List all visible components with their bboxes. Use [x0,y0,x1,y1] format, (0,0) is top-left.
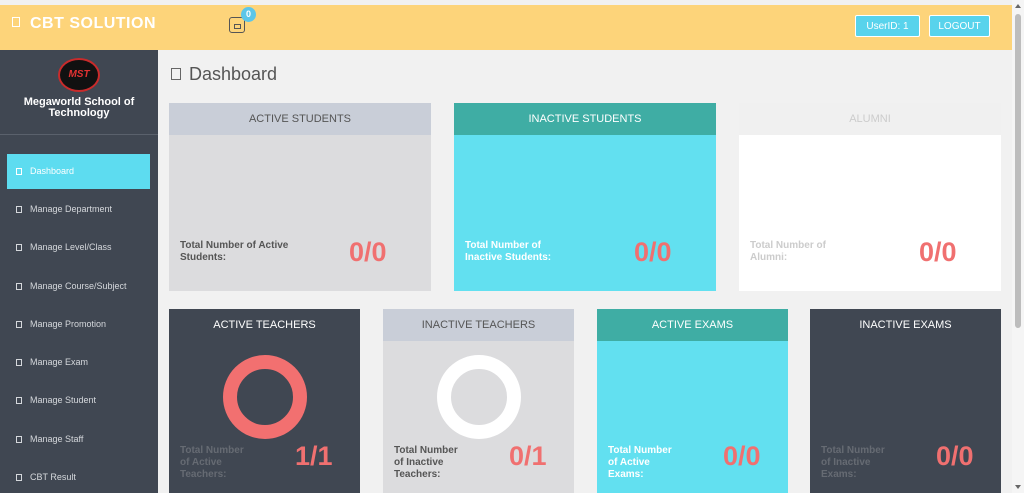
card-title: ACTIVE TEACHERS [213,319,316,331]
course-icon [16,283,22,290]
sidebar-item-manage-level-class[interactable]: Manage Level/Class [7,230,150,265]
card-title: ACTIVE STUDENTS [169,103,431,135]
sidebar-item-label: CBT Result [30,472,76,482]
card-value: 0/0 [634,237,672,267]
card-label-line: Alumni: [750,252,788,263]
sidebar-item-manage-exam[interactable]: Manage Exam [7,345,150,380]
inactive-students-card[interactable]: INACTIVE STUDENTS Total Number of Inacti… [454,103,716,291]
scroll-down-arrow-icon[interactable] [1015,485,1021,489]
level-icon [16,244,22,251]
sidebar-item-label: Manage Promotion [30,319,107,329]
inactive-teachers-card[interactable]: INACTIVE TEACHERS Total Number of Inacti… [383,309,574,493]
card-label: Total Number of Inactive Teachers: [394,445,458,481]
card-title: INACTIVE STUDENTS [454,103,716,135]
brand-title: CBT SOLUTION [30,15,156,32]
active-students-card[interactable]: ACTIVE STUDENTS Total Number of Active S… [169,103,431,291]
exam-icon [16,359,22,366]
card-value: 0/0 [723,441,761,471]
sidebar-item-label: Manage Course/Subject [30,281,127,291]
card-value: 0/0 [349,237,387,267]
user-id-button[interactable]: UserID: 1 [855,15,920,37]
inactive-teachers-donut-chart [437,355,521,439]
active-teachers-card[interactable]: ACTIVE TEACHERS Total Number of Active T… [169,309,360,493]
card-label-line: Exams: [821,469,857,480]
card-label-line: Teachers: [180,469,227,480]
sidebar-item-manage-staff[interactable]: Manage Staff [7,422,150,457]
alumni-card[interactable]: ALUMNI Total Number of Alumni: 0/0 [739,103,1001,291]
card-value: 0/1 [509,441,547,471]
sidebar: MST Megaworld School of Technology Dashb… [0,50,158,493]
sidebar-item-manage-promotion[interactable]: Manage Promotion [7,307,150,342]
sidebar-item-label: Manage Staff [30,434,84,444]
scroll-thumb[interactable] [1015,14,1021,328]
card-label: Total Number of Alumni: [750,240,826,264]
card-label-line: of Active [608,457,650,468]
school-name-line-2: Technology [48,107,110,119]
card-value: 0/0 [936,441,974,471]
department-icon [16,206,22,213]
sidebar-item-label: Manage Student [30,395,97,405]
card-label-line: Total Number of Active [180,240,289,251]
card-label-line: Total Number of [750,240,826,251]
sidebar-item-manage-student[interactable]: Manage Student [7,383,150,418]
staff-icon [16,436,22,443]
dashboard-title-icon [171,68,181,80]
sidebar-item-cbt-result[interactable]: CBT Result [7,460,150,493]
card-label-line: Total Number [394,445,458,456]
sidebar-item-label: Dashboard [30,166,75,176]
card-label-line: Teachers: [394,469,441,480]
student-icon [16,397,22,404]
card-title: INACTIVE EXAMS [859,319,952,331]
card-label-line: Inactive Students: [465,252,552,263]
logout-button[interactable]: LOGOUT [929,15,990,37]
card-value: 0/0 [919,237,957,267]
promotion-icon [16,321,22,328]
card-label-line: Students: [180,252,227,263]
card-label-line: Total Number [180,445,244,456]
card-label-line: of Inactive [821,457,871,468]
card-title: ACTIVE EXAMS [597,309,788,341]
card-label-line: of Active [180,457,222,468]
menu-icon [12,17,20,27]
school-logo: MST [58,58,100,92]
card-label-line: Total Number of [465,240,541,251]
card-label: Total Number of Active Teachers: [180,445,244,481]
top-bar: CBT SOLUTION 0 UserID: 1 LOGOUT [0,0,1012,50]
sidebar-item-dashboard[interactable]: Dashboard [7,154,150,189]
sidebar-item-label: Manage Department [30,204,113,214]
sidebar-item-label: Manage Exam [30,357,89,367]
active-teachers-donut-chart [223,355,307,439]
card-title: ALUMNI [739,103,1001,135]
inactive-exams-card[interactable]: INACTIVE EXAMS Total Number of Inactive … [810,309,1001,493]
page-title: Dashboard [171,64,277,85]
scroll-up-arrow-icon[interactable] [1015,4,1021,8]
card-label: Total Number of Active Exams: [608,445,672,481]
card-label-line: Exams: [608,469,644,480]
active-exams-card[interactable]: ACTIVE EXAMS Total Number of Active Exam… [597,309,788,493]
page-title-text: Dashboard [189,64,278,84]
page-scrollbar[interactable] [1012,0,1024,493]
card-label-line: of Inactive [394,457,444,468]
card-title: INACTIVE TEACHERS [383,309,574,341]
school-name: Megaworld School of Technology [0,97,158,119]
notification-badge: 0 [241,7,256,22]
dashboard-icon [16,168,22,175]
sidebar-item-manage-course-subject[interactable]: Manage Course/Subject [7,269,150,304]
card-label-line: Total Number [821,445,885,456]
card-label: Total Number of Inactive Students: [465,240,551,264]
sidebar-item-manage-department[interactable]: Manage Department [7,192,150,227]
sidebar-divider [0,134,158,135]
card-label-line: Total Number [608,445,672,456]
card-value: 1/1 [295,441,333,471]
brand[interactable]: CBT SOLUTION [12,15,156,33]
result-icon [16,474,22,481]
sidebar-item-label: Manage Level/Class [30,242,112,252]
card-label: Total Number of Active Students: [180,240,288,264]
card-label: Total Number of Inactive Exams: [821,445,885,481]
